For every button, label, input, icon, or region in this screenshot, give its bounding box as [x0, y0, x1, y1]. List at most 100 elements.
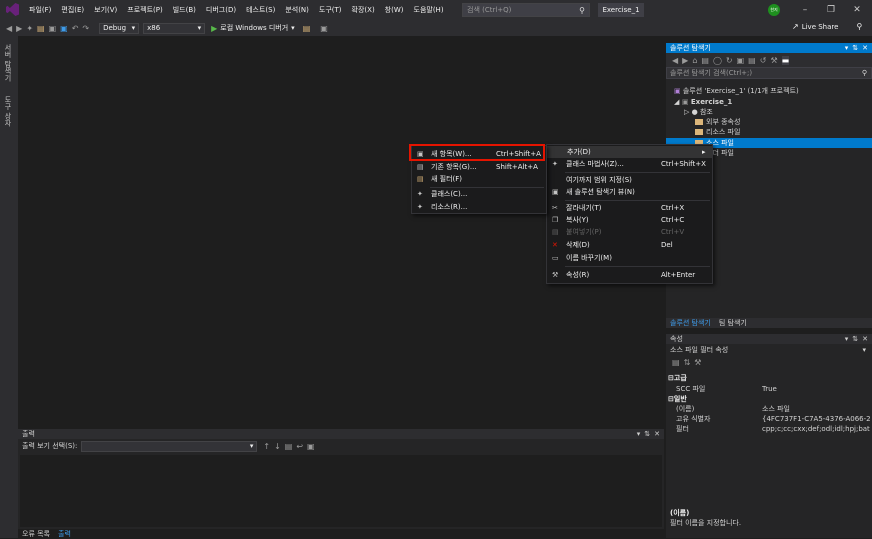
show-all-files-icon[interactable]: ▤ [748, 56, 756, 65]
menu-extensions[interactable]: 확장(X) [347, 0, 380, 20]
dropdown-icon[interactable]: ▾ [845, 334, 849, 344]
pin-icon[interactable]: ⇅ [644, 429, 650, 439]
pin-icon[interactable]: ⇅ [852, 334, 858, 344]
save-icon[interactable]: ▣ [49, 24, 57, 33]
tree-item-resource-files[interactable]: 리소스 파일 [666, 127, 872, 137]
menu-item-scope-to-this[interactable]: 여기까지 범위 지정(S) [547, 174, 712, 186]
platform-dropdown[interactable]: x86 ▾ [143, 22, 206, 34]
menu-item-cut[interactable]: ✂ 잘라내기(T) Ctrl+X [547, 202, 712, 214]
menu-item-rename[interactable]: ▭ 이름 바꾸기(M) [547, 252, 712, 264]
open-folder-icon[interactable]: ▤ [37, 24, 45, 33]
menu-analyze[interactable]: 분석(N) [280, 0, 314, 20]
close-icon[interactable]: ✕ [654, 429, 660, 439]
prev-message-icon[interactable]: ↑ [263, 442, 270, 451]
menu-help[interactable]: 도움말(H) [409, 0, 449, 20]
tree-item-project[interactable]: ◢ ▣ Exercise_1 [666, 97, 872, 107]
refresh-icon[interactable]: ↺ [760, 56, 767, 65]
categorized-icon[interactable]: ▤ [672, 358, 680, 367]
sync-icon[interactable]: ↻ [726, 56, 733, 65]
menu-item-new-filter[interactable]: ▤ 새 필터(F) [412, 173, 546, 185]
word-wrap-icon[interactable]: ↩ [296, 442, 303, 451]
next-message-icon[interactable]: ↓ [274, 442, 281, 451]
menu-item-paste[interactable]: ▤ 붙여넣기(P) Ctrl+V [547, 226, 712, 238]
property-row[interactable]: SCC 파일 True [666, 384, 872, 394]
menu-item-class[interactable]: ✦ 클래스(C)... [412, 188, 546, 200]
menu-item-new-view[interactable]: ▣ 새 솔루션 탐색기 뷰(N) [547, 186, 712, 198]
output-source-dropdown[interactable]: ▾ [81, 440, 258, 452]
menu-project[interactable]: 프로젝트(P) [122, 0, 167, 20]
configuration-dropdown[interactable]: Debug ▾ [99, 22, 140, 34]
property-value[interactable]: {4FC737F1-C7A5-4376-A066-2A32 [762, 414, 870, 424]
category-advanced[interactable]: ⊟고급 [666, 373, 872, 383]
menu-item-delete[interactable]: ✕ 삭제(D) Del [547, 239, 712, 251]
tab-solution-explorer[interactable]: 솔루션 탐색기 [666, 318, 715, 328]
menu-tools[interactable]: 도구(T) [314, 0, 347, 20]
property-row[interactable]: 필터 cpp;c;cc;cxx;def;odl;idl;hpj;bat;asm; [666, 424, 872, 434]
category-general[interactable]: ⊟일반 [666, 394, 872, 404]
menu-debug[interactable]: 디버그(D) [201, 0, 241, 20]
properties-object-selector[interactable]: 소스 파일 필터 속성 ▾ [666, 344, 872, 356]
property-row[interactable]: (이름) 소스 파일 [666, 404, 872, 414]
property-value[interactable]: cpp;c;cc;cxx;def;odl;idl;hpj;bat;asm; [762, 424, 870, 434]
tree-item-solution[interactable]: ▣ 솔루션 'Exercise_1' (1/1개 프로젝트) [666, 86, 872, 96]
close-icon[interactable]: ✕ [845, 0, 869, 20]
menu-file[interactable]: 파일(F) [24, 0, 56, 20]
live-share-button[interactable]: ↗ Live Share ⚲ [792, 22, 862, 31]
alphabetical-icon[interactable]: ⇅ [684, 358, 691, 367]
wrench-icon[interactable]: ⚒ [770, 56, 777, 65]
menu-item-copy[interactable]: ❐ 복사(Y) Ctrl+C [547, 214, 712, 226]
switch-views-icon[interactable]: ▤ [701, 56, 709, 65]
pending-changes-icon[interactable]: ◯ [713, 56, 722, 65]
save-all-icon[interactable]: ▣ [60, 24, 68, 33]
tree-item-references[interactable]: ▷ ● 참조 [666, 107, 872, 117]
menu-item-resource[interactable]: ✦ 리소스(R)... [412, 201, 546, 213]
dropdown-icon[interactable]: ▾ [637, 429, 641, 439]
back-icon[interactable]: ◀ [6, 24, 12, 33]
browse-icon[interactable]: ▤ [303, 24, 311, 33]
menu-edit[interactable]: 편집(E) [56, 0, 89, 20]
forward-icon[interactable]: ▶ [682, 56, 688, 65]
tab-output[interactable]: 출력 [54, 529, 75, 539]
menu-item-properties[interactable]: ⚒ 속성(R) Alt+Enter [547, 269, 712, 281]
forward-icon[interactable]: ▶ [16, 24, 22, 33]
menu-item-existing-item[interactable]: ▤ 기존 항목(G)... Shift+Alt+A [412, 161, 546, 173]
restore-icon[interactable]: ❐ [819, 0, 843, 20]
menu-item-add[interactable]: 추가(D) ▸ [547, 146, 712, 158]
minimize-icon[interactable]: – [793, 0, 817, 20]
avatar[interactable]: 한지 [768, 4, 780, 16]
dropdown-icon[interactable]: ▾ [845, 43, 849, 53]
toggle-wrap-icon[interactable]: ▣ [307, 442, 315, 451]
solution-explorer-search-input[interactable]: 솔루션 탐색기 검색(Ctrl+;) ⚲ [666, 67, 872, 79]
start-debugging-button[interactable]: ▶ 로컬 Windows 디버거 ▾ [211, 23, 295, 33]
menu-window[interactable]: 창(W) [380, 0, 409, 20]
wrench-icon[interactable]: ⚒ [694, 358, 701, 367]
output-text-area[interactable] [20, 455, 662, 527]
property-value[interactable]: 소스 파일 [762, 404, 870, 414]
feedback-icon[interactable]: ⚲ [856, 22, 862, 31]
search-input[interactable]: 검색 (Ctrl+Q) ⚲ [462, 3, 590, 17]
clear-all-icon[interactable]: ▤ [285, 442, 293, 451]
screenshot-icon[interactable]: ▣ [320, 24, 328, 33]
property-value[interactable]: True [762, 384, 870, 394]
menu-item-class-wizard[interactable]: ✦ 클래스 마법사(Z)... Ctrl+Shift+X [547, 158, 712, 170]
back-icon[interactable]: ◀ [672, 56, 678, 65]
tab-toolbox[interactable]: 도구 상자 [3, 96, 13, 126]
tab-error-list[interactable]: 오류 목록 [18, 529, 54, 539]
redo-icon[interactable]: ↷ [82, 24, 89, 33]
tab-team-explorer[interactable]: 팀 탐색기 [715, 318, 751, 328]
preview-icon[interactable]: ▬ [781, 55, 790, 65]
property-row[interactable]: 고유 식별자 {4FC737F1-C7A5-4376-A066-2A32 [666, 414, 872, 424]
pin-icon[interactable]: ⇅ [852, 43, 858, 53]
expand-icon[interactable]: ◢ [674, 98, 682, 106]
tab-server-explorer[interactable]: 서버 탐색기 [3, 44, 13, 81]
new-project-icon[interactable]: ✦ [26, 24, 33, 33]
close-icon[interactable]: ✕ [862, 43, 868, 53]
collapse-arrow-icon[interactable]: ▷ [684, 108, 692, 116]
menu-build[interactable]: 빌드(B) [168, 0, 201, 20]
home-icon[interactable]: ⌂ [692, 56, 697, 65]
menu-test[interactable]: 테스트(S) [241, 0, 280, 20]
undo-icon[interactable]: ↶ [72, 24, 79, 33]
collapse-all-icon[interactable]: ▣ [737, 56, 745, 65]
tree-item-external-deps[interactable]: 외부 종속성 [666, 117, 872, 127]
menu-view[interactable]: 보기(V) [89, 0, 122, 20]
